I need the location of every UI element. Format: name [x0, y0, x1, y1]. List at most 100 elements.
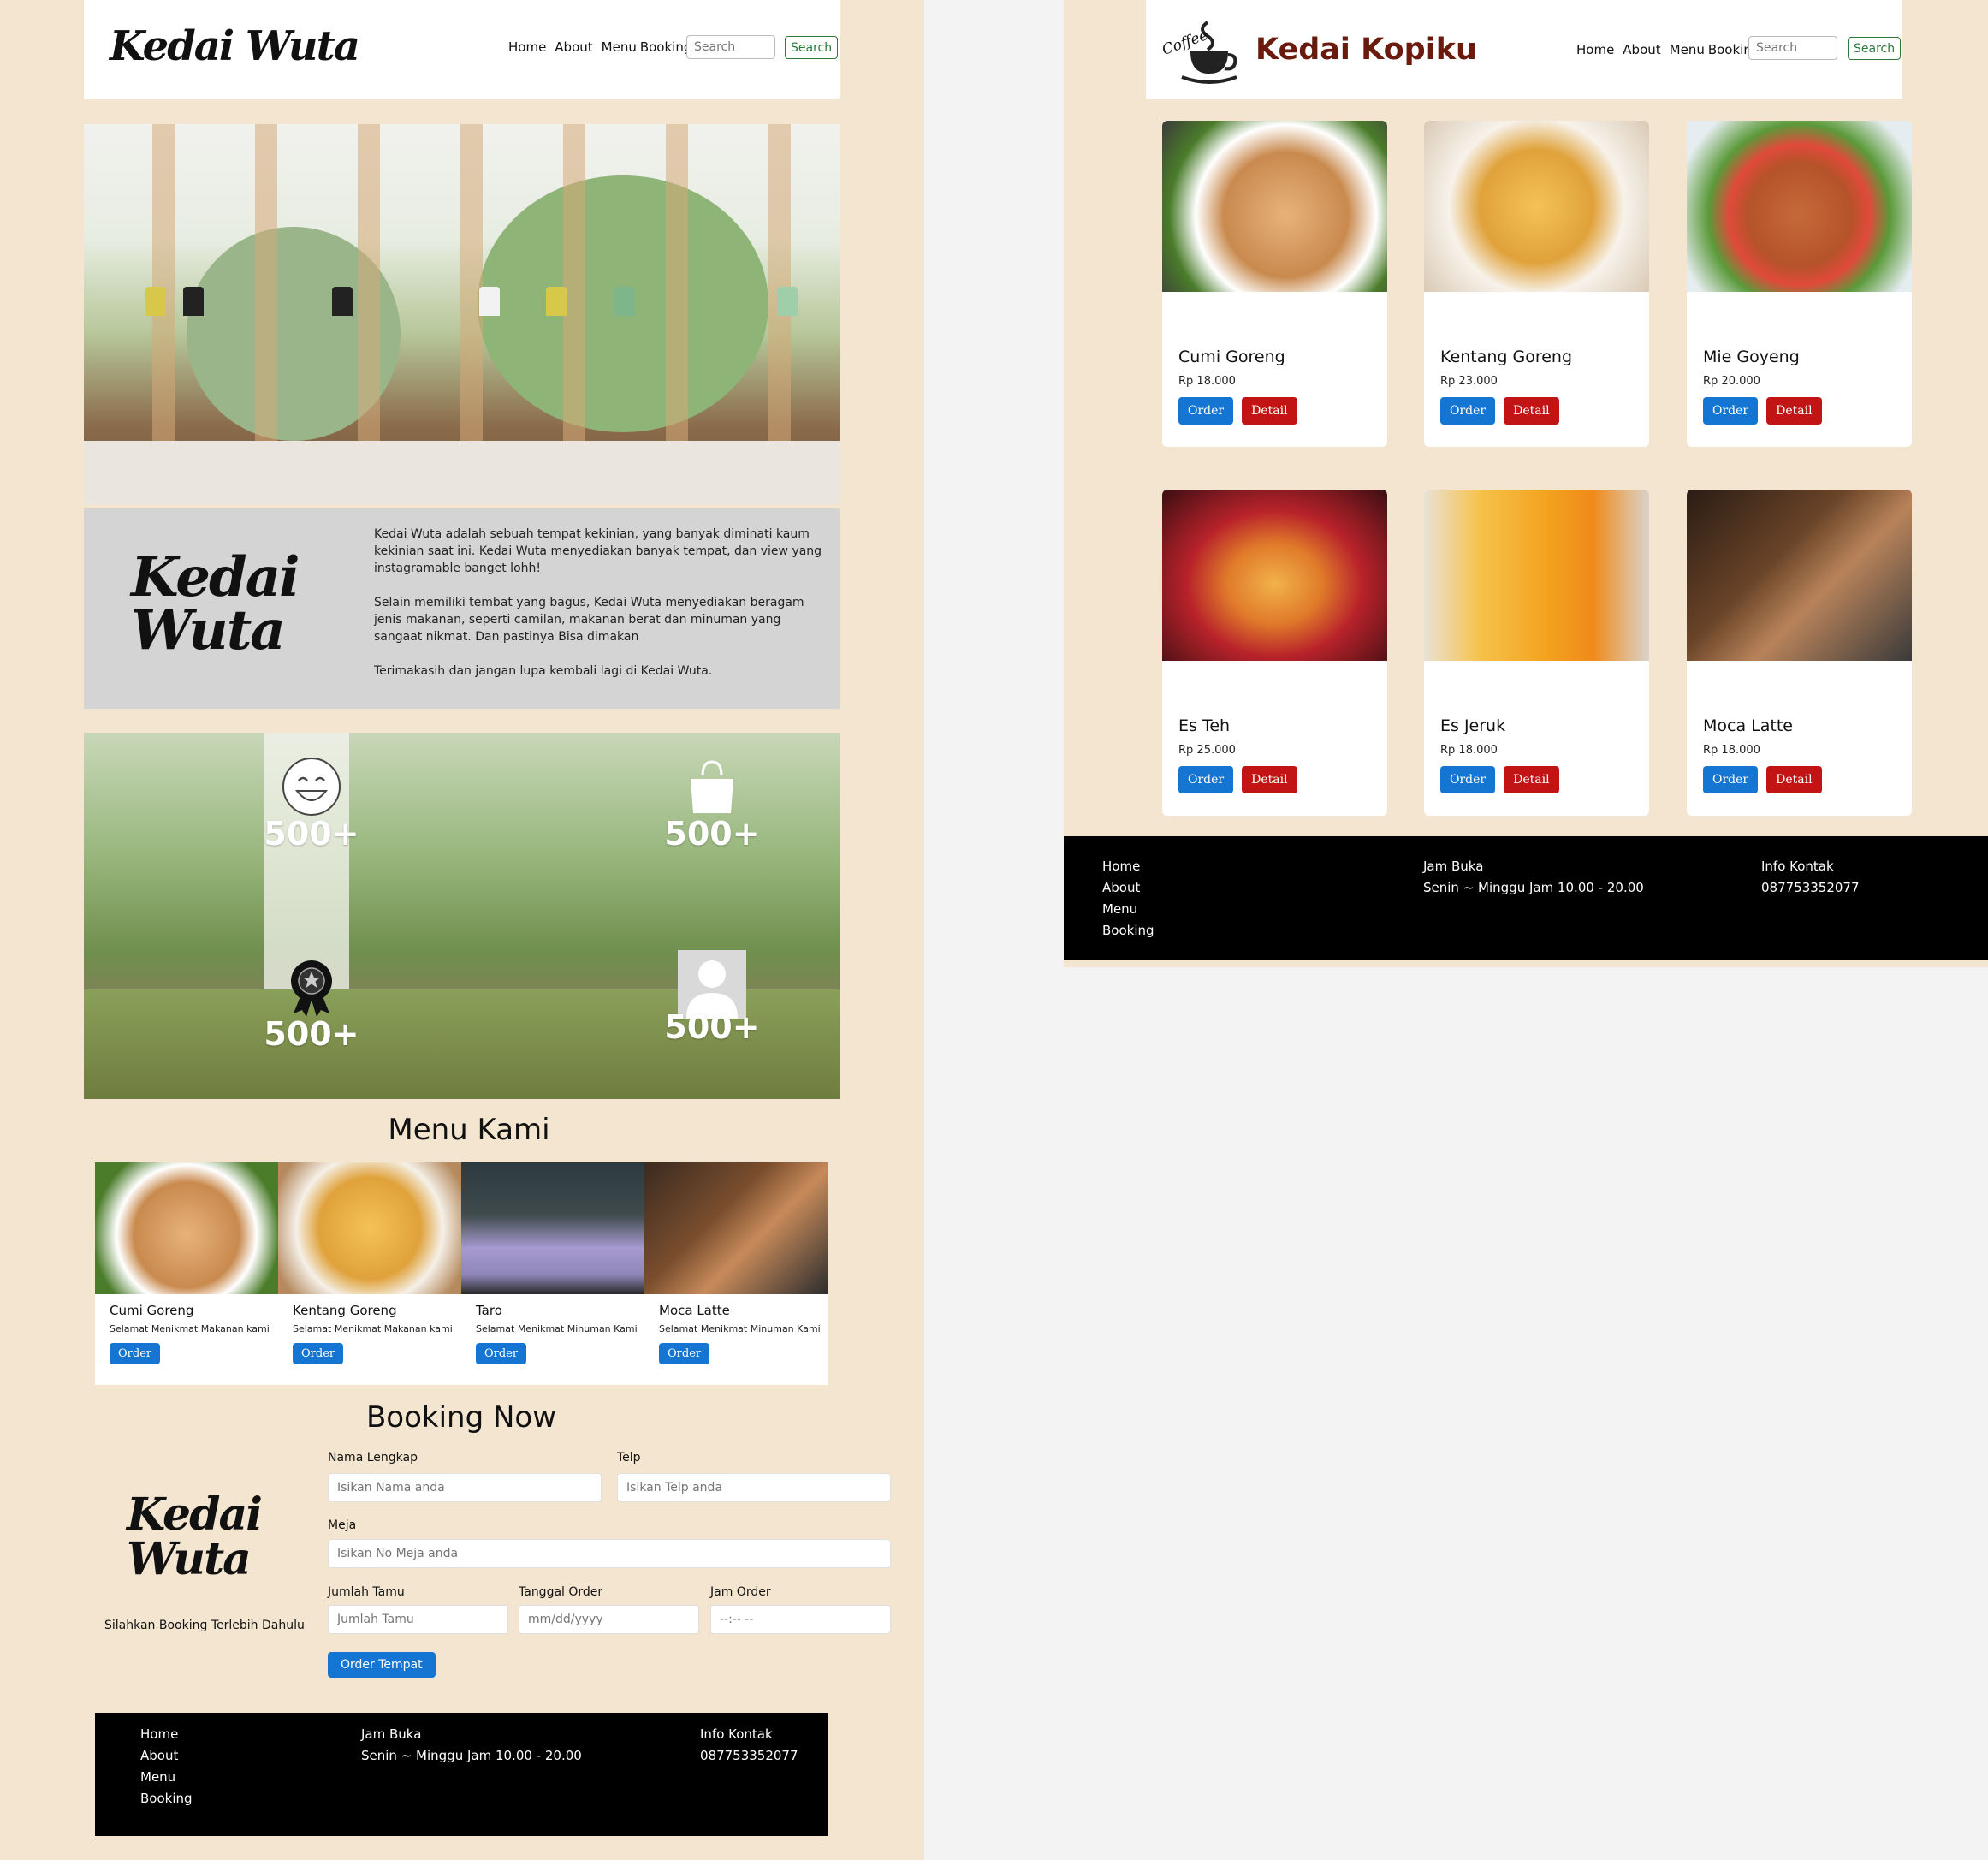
booking-logo-line2: Wuta [127, 1533, 252, 1585]
detail-button[interactable]: Detail [1504, 397, 1559, 425]
footer-link-booking[interactable]: Booking [1102, 920, 1154, 942]
detail-button[interactable]: Detail [1242, 397, 1297, 425]
right-footer: Home About Menu Booking Jam Buka Senin ~… [1064, 836, 1988, 960]
product-image [1424, 490, 1649, 661]
table-field[interactable] [328, 1539, 891, 1568]
phone-field[interactable] [617, 1473, 891, 1502]
product-price: Rp 18.000 [1178, 375, 1236, 388]
label-time: Jam Order [710, 1585, 771, 1599]
menu-desc: Selamat Menikmat Minuman Kami [659, 1323, 821, 1334]
product-image [1687, 490, 1912, 661]
booking-logo: Kedai Wuta [127, 1489, 263, 1585]
order-button[interactable]: Order [1440, 397, 1496, 425]
footer-link-home[interactable]: Home [140, 1724, 193, 1745]
stat-value: 500+ [664, 815, 760, 853]
footer-contact-title: Info Kontak [1761, 859, 1834, 874]
pendant-lamp [777, 287, 798, 316]
label-table: Meja [328, 1518, 357, 1532]
hero-table [84, 441, 840, 504]
stats-section: 500+ 500+ 500+ 500+ [84, 733, 840, 1099]
product-price: Rp 25.000 [1178, 744, 1236, 757]
product-card: Mie Goyeng Rp 20.000 Order Detail [1687, 121, 1912, 447]
about-logo: Kedai Wuta [131, 550, 300, 658]
menu-name: Cumi Goreng [110, 1303, 194, 1318]
product-card: Moca Latte Rp 18.000 Order Detail [1687, 490, 1912, 816]
detail-button[interactable]: Detail [1242, 766, 1297, 793]
order-place-button[interactable]: Order Tempat [328, 1652, 436, 1678]
detail-button[interactable]: Detail [1766, 766, 1822, 793]
stat-value: 500+ [264, 1015, 359, 1053]
footer-link-home[interactable]: Home [1102, 856, 1154, 877]
booking-logo-line1: Kedai [127, 1489, 263, 1541]
date-field[interactable] [519, 1605, 699, 1634]
order-button[interactable]: Order [110, 1343, 161, 1364]
nav-menu[interactable]: Menu [602, 39, 637, 55]
award-badge-icon [291, 960, 332, 1017]
nav-home[interactable]: Home [508, 39, 546, 55]
footer-link-booking[interactable]: Booking [140, 1788, 193, 1809]
order-button[interactable]: Order [1178, 397, 1234, 425]
time-field[interactable] [710, 1605, 891, 1634]
order-button[interactable]: Order [1440, 766, 1496, 793]
label-date: Tanggal Order [519, 1585, 603, 1599]
product-card: Kentang Goreng Rp 23.000 Order Detail [1424, 121, 1649, 447]
brand-logo[interactable]: Kedai Wuta [110, 22, 360, 70]
footer-contact: Info Kontak 087753352077 [1761, 856, 1860, 899]
pendant-lamp [614, 287, 635, 316]
nav-home[interactable]: Home [1576, 42, 1614, 57]
menu-name: Kentang Goreng [293, 1303, 397, 1318]
about-section: Kedai Wuta Kedai Wuta adalah sebuah temp… [84, 508, 840, 709]
product-actions: Order Detail [1178, 397, 1297, 425]
guests-field[interactable] [328, 1605, 508, 1634]
pendant-lamp [546, 287, 567, 316]
menu-image [278, 1162, 461, 1294]
footer-hours: Jam Buka Senin ~ Minggu Jam 10.00 - 20.0… [361, 1724, 582, 1767]
pendant-lamp [479, 287, 500, 316]
footer-link-menu[interactable]: Menu [1102, 899, 1154, 920]
order-button[interactable]: Order [476, 1343, 527, 1364]
footer-hours-title: Jam Buka [361, 1726, 422, 1742]
search-input[interactable] [1748, 36, 1837, 60]
search-button[interactable]: Search [785, 36, 839, 59]
nav-menu[interactable]: Menu [1670, 42, 1705, 57]
nav-booking[interactable]: Booking [640, 39, 692, 55]
search-button[interactable]: Search [1848, 37, 1902, 60]
detail-button[interactable]: Detail [1504, 766, 1559, 793]
menu-image [644, 1162, 828, 1294]
footer-link-menu[interactable]: Menu [140, 1767, 193, 1788]
product-name: Kentang Goreng [1440, 348, 1573, 366]
product-price: Rp 23.000 [1440, 375, 1498, 388]
nav-about[interactable]: About [555, 39, 592, 55]
coffee-logo[interactable]: Coffee [1160, 17, 1238, 86]
right-navbar: Coffee Kedai Kopiku Home About Menu Book… [1146, 0, 1902, 99]
shopping-bag-icon [691, 760, 733, 813]
name-field[interactable] [328, 1473, 602, 1502]
menu-card: Moca Latte Selamat Menikmat Minuman Kami… [644, 1162, 828, 1385]
detail-button[interactable]: Detail [1766, 397, 1822, 425]
product-name: Cumi Goreng [1178, 348, 1285, 366]
order-button[interactable]: Order [293, 1343, 344, 1364]
footer-link-about[interactable]: About [1102, 877, 1154, 899]
about-text: Kedai Wuta adalah sebuah tempat kekinian… [374, 526, 828, 697]
left-navbar: Kedai Wuta Home About Menu Booking Searc… [84, 0, 840, 99]
order-button[interactable]: Order [1703, 397, 1759, 425]
menu-desc: Selamat Menikmat Minuman Kami [476, 1323, 638, 1334]
product-actions: Order Detail [1703, 766, 1822, 793]
product-price: Rp 18.000 [1703, 744, 1760, 757]
footer-link-about[interactable]: About [140, 1745, 193, 1767]
nav-about[interactable]: About [1623, 42, 1660, 57]
brand-title[interactable]: Kedai Kopiku [1255, 33, 1477, 67]
product-name: Moca Latte [1703, 716, 1793, 735]
search-input[interactable] [686, 35, 775, 59]
menu-card: Taro Selamat Menikmat Minuman Kami Order [461, 1162, 644, 1385]
footer-contact-value: 087753352077 [1761, 880, 1860, 895]
order-button[interactable]: Order [1703, 766, 1759, 793]
footer-contact-value: 087753352077 [700, 1748, 798, 1763]
stat-value: 500+ [664, 1008, 760, 1046]
order-button[interactable]: Order [1178, 766, 1234, 793]
product-name: Es Jeruk [1440, 716, 1506, 735]
order-button[interactable]: Order [659, 1343, 710, 1364]
hero-cafe-image [84, 124, 840, 504]
product-card: Cumi Goreng Rp 18.000 Order Detail [1162, 121, 1387, 447]
menu-name: Moca Latte [659, 1303, 730, 1318]
